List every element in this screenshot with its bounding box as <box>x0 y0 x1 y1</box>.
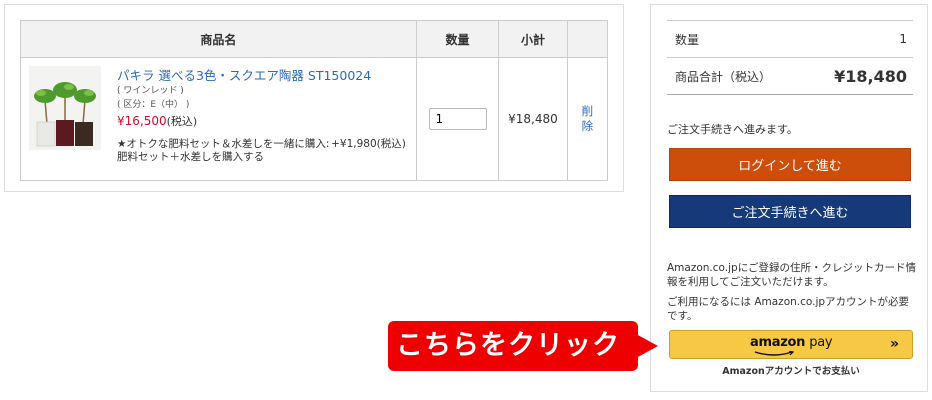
delete-link[interactable]: 削除 <box>581 104 594 134</box>
summary-quantity-row: 数量 1 <box>667 20 913 57</box>
cart-table: 商品名 数量 小計 パキラ 選べる3色・スクエア陶器 ST150024 (ワイ… <box>20 20 609 181</box>
amazon-pay-button[interactable]: amazon pay » <box>669 330 913 359</box>
proceed-text: ご注文手続きへ進みます。 <box>667 123 798 136</box>
header-subtotal: 小計 <box>498 20 568 58</box>
chevron-right-icon: » <box>889 336 899 352</box>
header-quantity: 数量 <box>415 20 500 58</box>
checkout-button[interactable]: ご注文手続きへ進む <box>669 195 911 228</box>
quantity-cell <box>415 57 500 181</box>
product-option: ★オトクな肥料セット＆水差しを一緒に購入: +¥1,980(税込) 肥料セット＋… <box>117 138 410 164</box>
product-price: ¥16,500(税込) <box>117 112 410 131</box>
summary-quantity-value: 1 <box>899 32 907 46</box>
product-info: パキラ 選べる3色・スクエア陶器 ST150024 ( ワインレッド ) ( 区… <box>117 68 410 131</box>
summary-total-label: 商品合計（税込） <box>675 69 772 84</box>
callout-text: こちらをクリック <box>396 330 620 361</box>
header-delete <box>566 20 609 58</box>
amazon-pay-word: amazon <box>750 335 806 350</box>
click-here-callout: こちらをクリック <box>388 321 638 371</box>
product-name-link[interactable]: パキラ 選べる3色・スクエア陶器 ST150024 <box>117 68 410 84</box>
order-summary-panel: 数量 1 商品合計（税込） ¥18,480 ご注文手続きへ進みます。 ログインし… <box>650 4 928 392</box>
login-button[interactable]: ログインして進む <box>669 148 911 181</box>
table-row: パキラ 選べる3色・スクエア陶器 ST150024 ( ワインレッド ) ( 区… <box>20 57 609 181</box>
amazon-desc-1: Amazon.co.jpにご登録の住所・クレジットカード情報を利用してご注文いた… <box>667 262 916 288</box>
product-cell: パキラ 選べる3色・スクエア陶器 ST150024 ( ワインレッド ) ( 区… <box>20 57 417 181</box>
summary-total-row: 商品合計（税込） ¥18,480 <box>667 57 913 95</box>
option-selected: 肥料セット＋水差しを購入する <box>117 151 264 163</box>
product-size-variant: ( 区分：E（中） ) <box>117 100 190 110</box>
delete-cell: 削除 <box>566 57 609 181</box>
amazon-desc-2: ご利用になるには Amazon.co.jpアカウントが必要です。 <box>667 296 910 322</box>
summary-total-value: ¥18,480 <box>834 66 907 86</box>
table-header-row: 商品名 数量 小計 <box>20 20 609 58</box>
amazon-pay-description: Amazon.co.jpにご登録の住所・クレジットカード情報を利用してご注文いた… <box>667 261 919 329</box>
product-price-value: ¥16,500 <box>117 114 167 128</box>
amazon-pay-caption: Amazonアカウントでお支払い <box>722 366 860 377</box>
amazon-pay-logo: amazon pay <box>750 335 833 350</box>
product-thumbnail[interactable] <box>29 66 101 150</box>
cart-panel: 商品名 数量 小計 パキラ 選べる3色・スクエア陶器 ST150024 (ワイ… <box>4 4 624 192</box>
option-price: +¥1,980(税込) <box>331 138 406 150</box>
product-color-variant: ( ワインレッド ) <box>117 86 184 96</box>
product-tax-label: (税込) <box>166 115 198 128</box>
summary-quantity-label: 数量 <box>675 32 700 47</box>
quantity-input[interactable] <box>428 108 487 130</box>
amazon-smile-icon <box>754 351 794 356</box>
callout-arrow-icon <box>636 334 658 358</box>
amazon-pay-word-pay: pay <box>809 335 833 350</box>
subtotal-cell: ¥18,480 <box>498 57 568 181</box>
header-product-name: 商品名 <box>20 20 417 58</box>
